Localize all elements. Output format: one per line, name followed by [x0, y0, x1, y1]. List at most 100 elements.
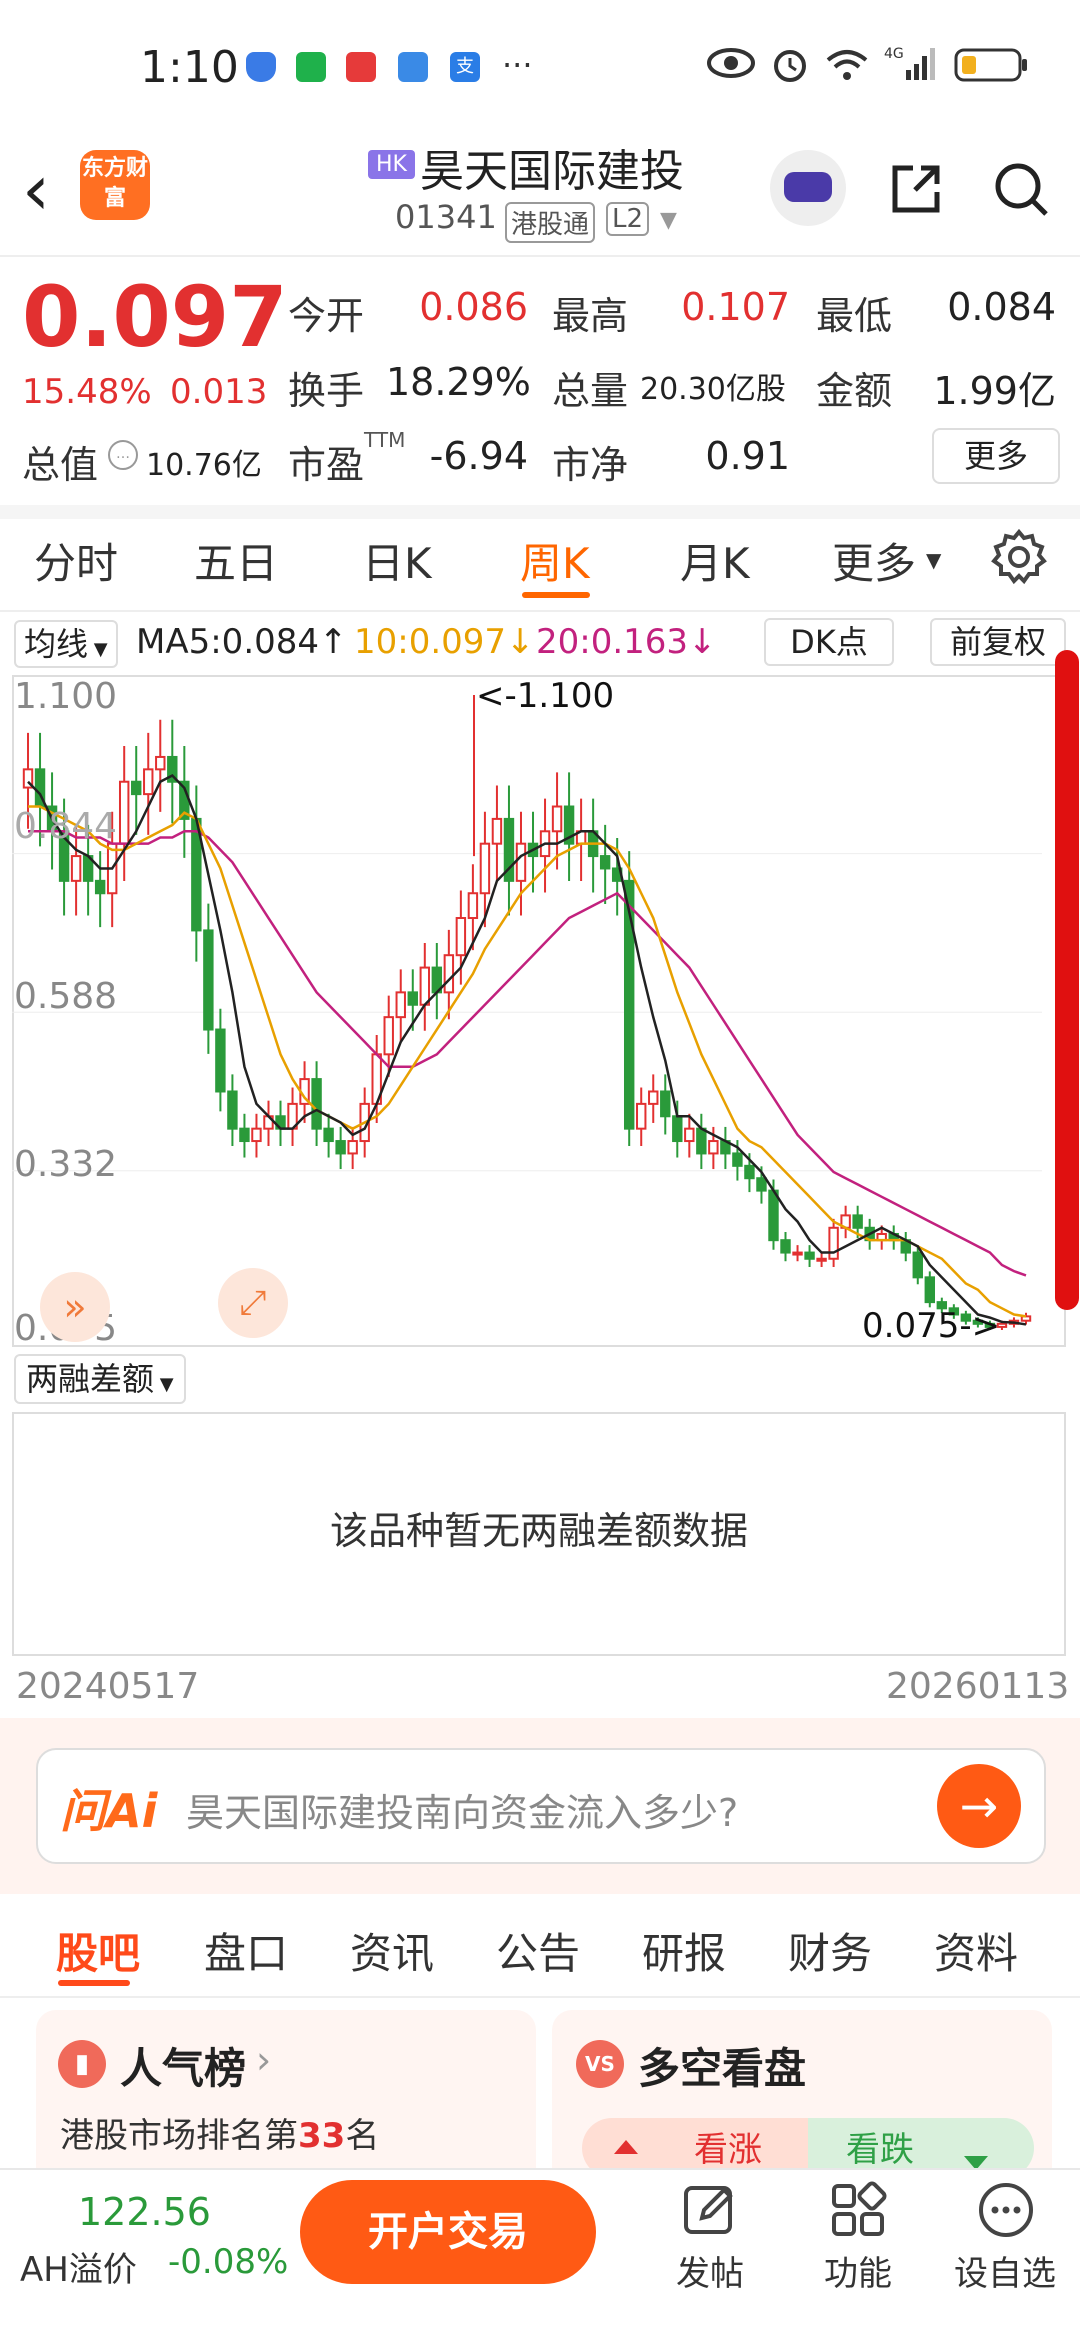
dk-point-button[interactable]: DK点	[764, 618, 894, 666]
tab-research[interactable]: 研报	[642, 1920, 726, 1981]
search-icon[interactable]	[990, 158, 1052, 220]
tab-weekly-k[interactable]: 周K	[520, 530, 590, 591]
eye-icon	[707, 48, 755, 78]
share-icon[interactable]	[885, 158, 945, 218]
tab-orderbook[interactable]: 盘口	[204, 1920, 288, 1981]
adjust-button[interactable]: 前复权	[930, 618, 1066, 666]
alarm-icon	[774, 50, 806, 82]
tab-financials[interactable]: 财务	[788, 1920, 872, 1981]
up-arrow-icon	[614, 2140, 638, 2154]
info-icon[interactable]: …	[108, 440, 138, 470]
ah-premium-pct: -0.08%	[168, 2242, 289, 2282]
candle	[780, 1239, 791, 1254]
pb-value: 0.91	[705, 434, 790, 478]
candle	[804, 1251, 815, 1260]
kline-chart[interactable]	[12, 675, 1066, 1347]
ma20-line	[28, 830, 1027, 1277]
ma-selector[interactable]: 均线 ▼	[14, 620, 118, 668]
gear-icon[interactable]	[990, 528, 1048, 586]
candle	[912, 1251, 923, 1279]
pe-value: -6.94	[429, 434, 528, 478]
caret-down-icon: ▼	[926, 548, 942, 572]
arrow-right-icon[interactable]: →	[937, 1764, 1021, 1848]
candle	[239, 1127, 250, 1143]
candle	[599, 855, 611, 870]
change-pct: 15.48%	[22, 372, 152, 412]
ma20-value: 20:0.163↓	[536, 622, 717, 662]
divider	[0, 1996, 1080, 1998]
tab-five-day[interactable]: 五日	[194, 530, 278, 591]
candle	[768, 1189, 779, 1242]
tab-indicator	[58, 1980, 130, 1986]
turnover-value: 18.29%	[386, 360, 531, 404]
candle	[215, 1028, 226, 1093]
ai-prompt[interactable]: 昊天国际建投南向资金流入多少?	[186, 1782, 738, 1837]
ma10-line	[28, 805, 1027, 1318]
candle	[347, 1140, 358, 1155]
end-date: 20260113	[886, 1666, 1070, 1707]
tab-intraday[interactable]: 分时	[34, 530, 118, 591]
candle	[551, 805, 563, 833]
tab-forum[interactable]: 股吧	[56, 1920, 140, 1981]
ah-premium-value: 122.56	[78, 2190, 211, 2234]
edit-post-icon[interactable]	[680, 2180, 740, 2240]
candle	[131, 780, 142, 796]
divider	[0, 505, 1080, 519]
candle	[155, 755, 166, 771]
wifi-icon	[826, 50, 868, 80]
stock-name[interactable]: 昊天国际建投	[420, 135, 684, 199]
level2-tag: L2	[606, 202, 650, 236]
candle	[648, 1090, 659, 1105]
candle	[227, 1090, 238, 1130]
y-tick-label: 0.588	[14, 976, 118, 1017]
divider	[0, 610, 1080, 612]
app-icon	[346, 52, 376, 82]
post-label[interactable]: 发帖	[676, 2246, 744, 2295]
sentiment-title: 多空看盘	[638, 2044, 807, 2093]
max-price-marker: <-1.100	[476, 676, 615, 716]
svg-text:4G: 4G	[884, 46, 904, 62]
margin-selector-label: 两融差额	[26, 1360, 155, 1398]
signal-4g-icon: 4G	[884, 46, 935, 80]
candle	[118, 780, 130, 845]
tab-monthly-k[interactable]: 月K	[680, 530, 750, 591]
candle	[852, 1214, 863, 1229]
candle	[443, 954, 455, 994]
rank-prefix: 港股市场排名第	[60, 2116, 298, 2156]
ma5-line	[27, 774, 1027, 1326]
pe-ttm-sup: TTM	[364, 428, 406, 452]
add-watchlist-label[interactable]: 设自选	[954, 2246, 1056, 2295]
rank-suffix: 名	[345, 2116, 380, 2156]
open-account-trade-button[interactable]: 开户交易	[300, 2180, 596, 2284]
candle	[143, 768, 154, 796]
tab-indicator	[522, 592, 590, 598]
tab-daily-k[interactable]: 日K	[362, 530, 432, 591]
candle	[251, 1127, 262, 1143]
rank-number: 33	[298, 2116, 346, 2156]
margin-selector[interactable]: 两融差额 ▼	[14, 1354, 186, 1404]
functions-label[interactable]: 功能	[824, 2246, 892, 2295]
watchlist-icon[interactable]	[976, 2180, 1036, 2240]
tab-profile[interactable]: 资料	[934, 1920, 1018, 1981]
more-button[interactable]: 更多	[932, 428, 1060, 484]
high-value: 0.107	[681, 285, 790, 329]
expand-left-button[interactable]: »	[40, 1272, 110, 1342]
functions-icon[interactable]	[828, 2180, 888, 2240]
chevron-right-icon: ›	[256, 2038, 272, 2082]
tab-news[interactable]: 资讯	[350, 1920, 434, 1981]
wechat-icon	[296, 52, 326, 82]
start-date: 20240517	[16, 1666, 200, 1707]
ai-logo: 问Ai	[60, 1784, 158, 1838]
candle	[732, 1152, 743, 1167]
market-badge: HK	[368, 150, 415, 179]
tab-more[interactable]: 更多	[832, 530, 916, 591]
change-value: 0.013	[170, 372, 268, 412]
back-button[interactable]: ‹	[22, 150, 72, 230]
fullscreen-button[interactable]: ⤢	[218, 1268, 288, 1338]
caret-down-icon[interactable]: ▼	[660, 208, 677, 233]
tab-announcements[interactable]: 公告	[496, 1920, 580, 1981]
candle	[623, 879, 635, 1130]
robot-icon	[784, 172, 832, 202]
shield-icon	[246, 52, 276, 82]
popularity-rank-text: 港股市场排名第33名	[60, 2108, 379, 2157]
